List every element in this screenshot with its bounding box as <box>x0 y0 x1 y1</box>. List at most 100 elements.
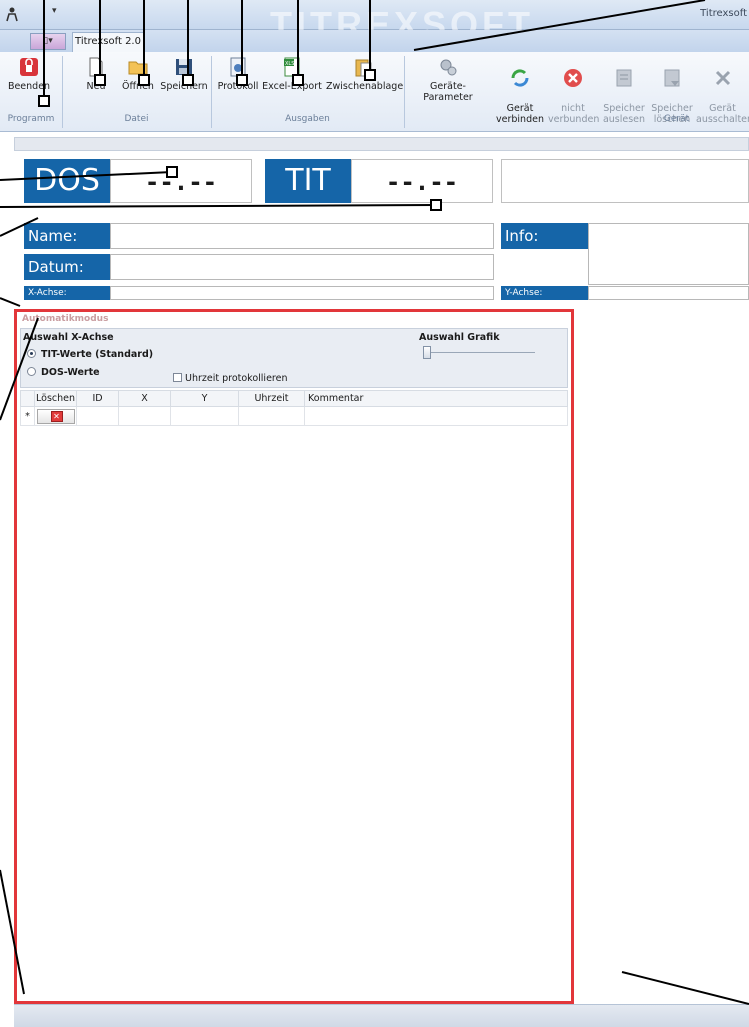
memory-delete-icon <box>664 69 680 87</box>
status-bar <box>14 1004 749 1027</box>
speichern-button[interactable]: Speichern <box>158 54 210 112</box>
graph-area <box>575 309 749 1004</box>
nicht-verbunden-button[interactable]: nicht verbunden <box>548 54 599 125</box>
geraet-ausschalten-button[interactable]: Gerät ausschalten <box>696 54 749 125</box>
save-icon <box>176 59 192 75</box>
protokoll-button[interactable]: Protokoll <box>214 54 262 112</box>
title-separator <box>44 6 45 22</box>
application-menu-button[interactable]: ▯▾ <box>30 33 66 50</box>
window-title: Titrexsoft <box>700 8 747 19</box>
automatik-title: Automatikmodus <box>22 314 109 324</box>
oeffnen-button[interactable]: Öffnen <box>114 54 162 112</box>
exit-icon <box>20 58 38 76</box>
delete-cell[interactable]: ✕ <box>34 406 77 426</box>
svg-text:XLS: XLS <box>285 61 294 67</box>
radio-selected-icon <box>27 349 36 358</box>
datum-label: Datum: <box>24 254 110 280</box>
column-header[interactable]: Y <box>170 390 239 407</box>
open-folder-icon <box>128 61 148 75</box>
protokoll-label: Protokoll <box>217 81 259 92</box>
uhrzeit-checkbox-label: Uhrzeit protokollieren <box>185 373 288 384</box>
ribbon-tab-strip: ▯▾ Titrexsoft 2.0 <box>0 30 749 52</box>
x-axis-heading: Auswahl X-Achse <box>23 332 114 343</box>
column-header[interactable]: Kommentar <box>304 390 568 407</box>
gears-icon <box>440 59 457 76</box>
delete-icon: ✕ <box>50 410 63 422</box>
status-strip <box>14 137 749 151</box>
id-cell[interactable] <box>76 406 119 426</box>
grafik-slider-thumb[interactable] <box>423 346 431 359</box>
speicher-auslesen-button[interactable]: Speicher auslesen <box>600 54 648 125</box>
delete-button[interactable]: ✕ <box>36 408 75 424</box>
group-label-geraet: Gerät <box>663 114 690 124</box>
tab-titrexsoft[interactable]: Titrexsoft 2.0 <box>72 32 144 52</box>
column-header[interactable]: X <box>118 390 171 407</box>
x-achse-field[interactable] <box>110 286 494 300</box>
tit-label: TIT <box>265 159 351 203</box>
app-icon[interactable] <box>4 6 22 24</box>
dos-value: --.-- <box>110 159 252 203</box>
group-label-datei: Datei <box>124 114 149 124</box>
display-blank-area <box>501 159 749 203</box>
radio-dos-label: DOS-Werte <box>41 367 100 378</box>
excel-export-button[interactable]: XLS Excel-Export <box>262 54 322 112</box>
oeffnen-label: Öffnen <box>122 81 154 92</box>
radio-dos-werte[interactable]: DOS-Werte <box>27 367 100 378</box>
kommentar-cell[interactable] <box>304 406 568 426</box>
table-row[interactable]: * ✕ <box>20 406 568 426</box>
excel-export-label: Excel-Export <box>262 81 322 92</box>
zwischenablage-label: Zwischenablage <box>326 81 404 92</box>
refresh-icon <box>511 69 529 87</box>
geraet-verbinden-button[interactable]: Gerät verbinden <box>496 54 544 125</box>
new-row-marker: * <box>20 406 35 426</box>
data-grid: Löschen ID X Y Uhrzeit Kommentar * ✕ <box>20 390 568 426</box>
report-icon <box>230 57 246 77</box>
geraete-parameter-label: Geräte-Parameter <box>423 81 473 103</box>
zwischenablage-button[interactable]: Zwischenablage <box>326 54 404 112</box>
dos-label: DOS <box>24 159 110 203</box>
datum-field[interactable] <box>110 254 494 280</box>
checkbox-icon <box>173 373 182 382</box>
left-margin <box>0 132 14 1027</box>
grafik-slider-track[interactable] <box>427 352 535 353</box>
y-achse-label: Y-Achse: <box>501 286 588 300</box>
new-document-icon <box>89 57 103 77</box>
uhrzeit-checkbox[interactable]: Uhrzeit protokollieren <box>173 373 287 384</box>
speichern-label: Speichern <box>160 81 208 92</box>
group-label-programm: Programm <box>7 114 55 124</box>
title-bar: ▾ TITREXSOFT Titrexsoft <box>0 0 749 45</box>
row-header-corner <box>20 390 35 407</box>
uhrzeit-cell[interactable] <box>238 406 305 426</box>
name-field[interactable] <box>110 223 494 249</box>
excel-icon: XLS <box>284 57 300 77</box>
memory-read-icon <box>616 69 632 87</box>
ribbon: Beenden Programm Neu Öffnen Speichern Da… <box>0 52 749 132</box>
tit-value: --.-- <box>351 159 493 203</box>
radio-tit-werte[interactable]: TIT-Werte (Standard) <box>27 349 153 360</box>
power-off-icon <box>715 70 730 86</box>
radio-unselected-icon <box>27 367 36 376</box>
y-cell[interactable] <box>170 406 239 426</box>
clipboard-icon <box>355 59 372 77</box>
info-field[interactable] <box>588 223 749 285</box>
quick-access-dropdown[interactable]: ▾ <box>52 6 57 16</box>
x-cell[interactable] <box>118 406 171 426</box>
automatik-panel: Automatikmodus Auswahl X-Achse TIT-Werte… <box>14 309 574 1004</box>
column-header[interactable]: Löschen <box>34 390 77 407</box>
speicher-loeschen-button[interactable]: Speicher löschen <box>648 54 696 125</box>
column-header[interactable]: Uhrzeit <box>238 390 305 407</box>
neu-label: Neu <box>86 81 106 92</box>
disconnect-icon <box>564 69 582 87</box>
column-header[interactable]: ID <box>76 390 119 407</box>
info-label: Info: <box>501 223 588 249</box>
name-label: Name: <box>24 223 110 249</box>
group-label-ausgaben: Ausgaben <box>285 114 330 124</box>
x-achse-label: X-Achse: <box>24 286 110 300</box>
radio-tit-label: TIT-Werte (Standard) <box>41 349 154 360</box>
geraete-parameter-button[interactable]: Geräte-Parameter <box>408 54 488 112</box>
beenden-label: Beenden <box>7 81 51 92</box>
grafik-heading: Auswahl Grafik <box>419 332 500 343</box>
neu-button[interactable]: Neu <box>76 54 116 112</box>
y-achse-field[interactable] <box>588 286 749 300</box>
beenden-button[interactable]: Beenden <box>2 54 56 112</box>
